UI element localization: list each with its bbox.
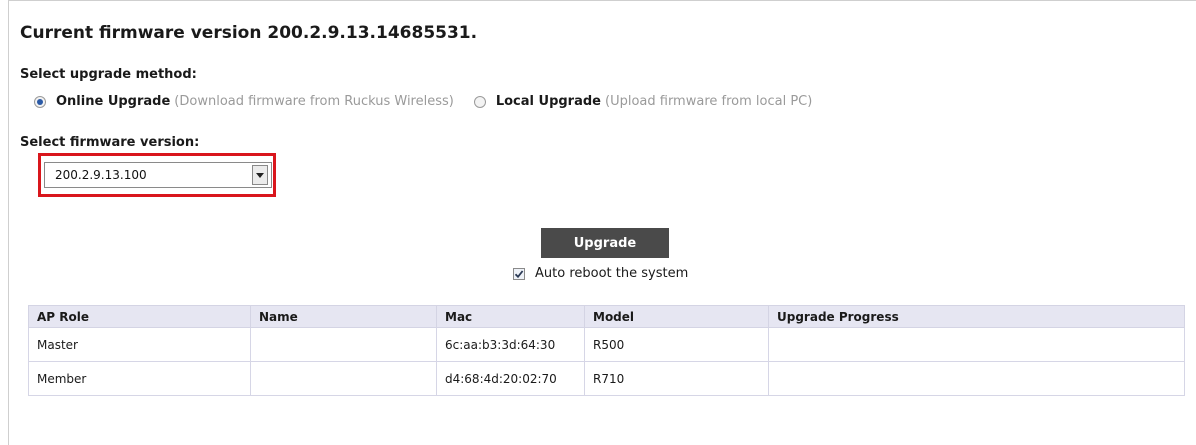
firmware-version-value: 200.2.9.13.100 [55,168,147,182]
cell-model: R500 [584,327,769,362]
page-title: Current firmware version 200.2.9.13.1468… [20,23,478,43]
online-upgrade-radio[interactable] [34,95,46,108]
cell-model: R710 [584,361,769,396]
cell-mac: 6c:aa:b3:3d:64:30 [436,327,585,362]
local-upgrade-hint: (Upload firmware from local PC) [605,94,813,109]
upgrade-button[interactable]: Upgrade [541,228,669,258]
firmware-version-select[interactable]: 200.2.9.13.100 [44,162,272,188]
auto-reboot-row: Auto reboot the system [513,266,688,281]
cell-ap-role: Master [28,327,251,362]
local-upgrade-label[interactable]: Local Upgrade [496,94,601,109]
checkmark-icon [514,269,524,278]
cell-upgrade-progress [768,361,1185,396]
cell-name [250,327,437,362]
col-mac[interactable]: Mac [436,305,585,328]
online-upgrade-label[interactable]: Online Upgrade [56,94,170,109]
auto-reboot-checkbox[interactable] [513,267,525,280]
cell-mac: d4:68:4d:20:02:70 [436,361,585,396]
col-name[interactable]: Name [250,305,437,328]
table-header-row: AP Role Name Mac Model Upgrade Progress [28,305,1185,328]
ap-table: AP Role Name Mac Model Upgrade Progress … [28,305,1185,396]
upgrade-method-label: Select upgrade method: [20,67,197,82]
col-ap-role[interactable]: AP Role [28,305,251,328]
chevron-down-icon[interactable] [252,165,268,185]
local-upgrade-radio[interactable] [473,95,486,108]
firmware-version-label: Select firmware version: [20,135,200,150]
cell-upgrade-progress [768,327,1185,362]
cell-name [250,361,437,396]
online-upgrade-hint: (Download firmware from Ruckus Wireless) [174,94,454,109]
cell-ap-role: Member [28,361,251,396]
upgrade-method-group: Online Upgrade (Download firmware from R… [34,94,812,109]
col-model[interactable]: Model [584,305,769,328]
table-row: Master 6c:aa:b3:3d:64:30 R500 [28,327,1185,362]
table-row: Member d4:68:4d:20:02:70 R710 [28,361,1185,396]
col-upgrade-progress[interactable]: Upgrade Progress [768,305,1185,328]
auto-reboot-label[interactable]: Auto reboot the system [535,266,688,281]
